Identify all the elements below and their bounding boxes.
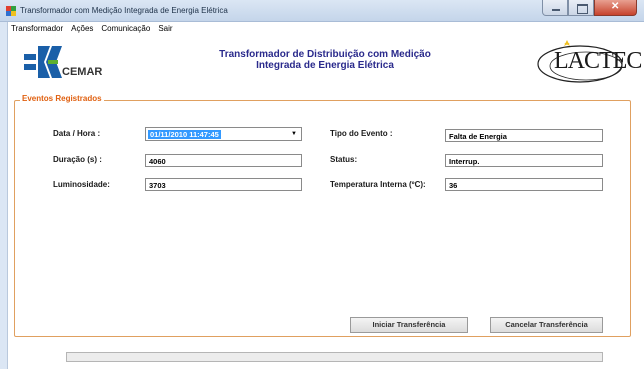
window-title: Transformador com Medição Integrada de E… <box>20 6 228 15</box>
status-label: Status: <box>330 155 358 164</box>
window-left-border <box>0 22 8 369</box>
data-hora-label: Data / Hora : <box>53 129 101 138</box>
menu-item-transformador[interactable]: Transformador <box>10 24 64 36</box>
temperatura-label: Temperatura Interna (ºC): <box>330 180 426 189</box>
page-title: Transformador de Distribuição com Mediçã… <box>200 49 450 71</box>
maximize-button[interactable] <box>568 0 594 16</box>
duracao-label: Duração (s) : <box>53 155 102 164</box>
menu-item-acoes[interactable]: Ações <box>70 24 94 36</box>
duracao-field[interactable]: 4060 <box>145 154 302 167</box>
data-hora-combo[interactable]: 01/11/2010 11:47:45 ▼ <box>145 127 302 141</box>
cemar-logo-text: CEMAR <box>62 66 103 78</box>
luminosidade-label: Luminosidade: <box>53 180 110 189</box>
minimize-button[interactable] <box>542 0 568 16</box>
close-button[interactable] <box>594 0 637 16</box>
menu-bar: Transformador Ações Comunicação Sair <box>10 24 174 36</box>
chevron-down-icon[interactable]: ▼ <box>288 129 300 139</box>
status-field[interactable]: Interrup. <box>445 154 603 167</box>
cemar-logo: CEMAR <box>22 42 118 84</box>
menu-item-comunicacao[interactable]: Comunicação <box>100 24 151 36</box>
lactec-logo-text: LACTEC <box>554 48 642 74</box>
luminosidade-field[interactable]: 3703 <box>145 178 302 191</box>
transfer-progress-bar <box>66 352 603 362</box>
window-titlebar: Transformador com Medição Integrada de E… <box>0 0 644 22</box>
page-title-line1: Transformador de Distribuição com Mediçã… <box>219 49 431 60</box>
tipo-evento-field[interactable]: Falta de Energia <box>445 129 603 142</box>
tipo-evento-label: Tipo do Evento : <box>330 129 393 138</box>
data-hora-value: 01/11/2010 11:47:45 <box>148 130 221 139</box>
app-icon <box>6 6 16 16</box>
page-title-line2: Integrada de Energia Elétrica <box>256 60 394 71</box>
eventos-legend: Eventos Registrados <box>20 94 104 103</box>
menu-item-sair[interactable]: Sair <box>157 24 173 36</box>
temperatura-field[interactable]: 36 <box>445 178 603 191</box>
iniciar-transferencia-button[interactable]: Iniciar Transferência <box>350 317 468 333</box>
cancelar-transferencia-button[interactable]: Cancelar Transferência <box>490 317 603 333</box>
lactec-logo: LACTEC <box>534 38 642 88</box>
